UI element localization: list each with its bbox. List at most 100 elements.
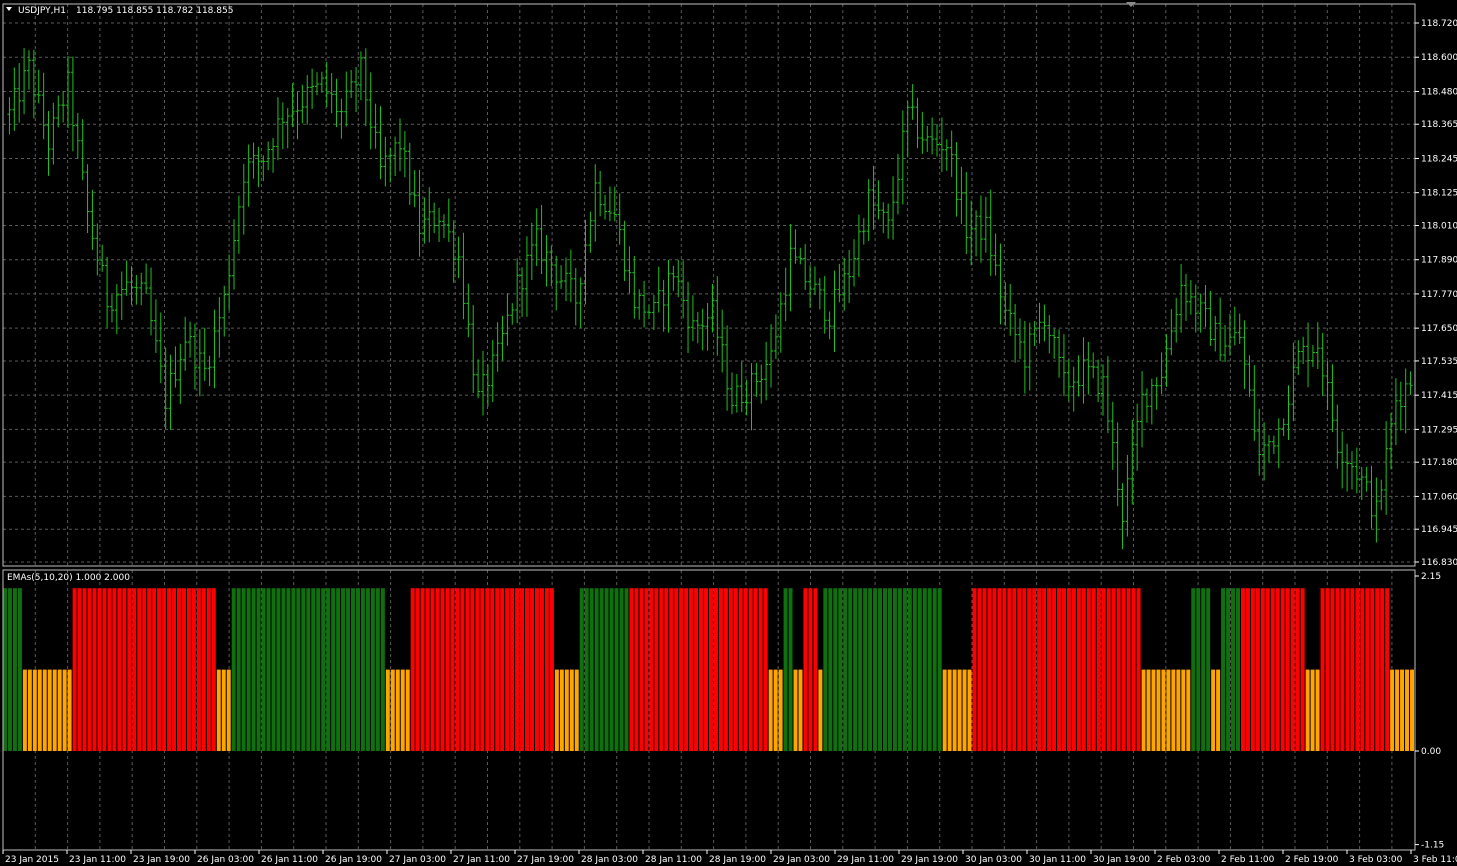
price-bar — [1154, 377, 1159, 410]
histogram-bar — [1136, 588, 1141, 751]
price-bar — [1110, 401, 1115, 470]
histogram-bar — [271, 588, 276, 751]
price-bar — [417, 170, 422, 257]
histogram-bar — [887, 588, 892, 751]
price-bar — [998, 243, 1003, 325]
price-bar — [456, 236, 461, 278]
price-bar — [227, 254, 232, 311]
price-bar — [812, 266, 817, 295]
histogram-bar — [699, 588, 704, 751]
histogram-bar — [1037, 588, 1042, 751]
price-bar — [832, 270, 837, 353]
histogram-bar — [833, 588, 838, 751]
histogram-bar — [520, 588, 525, 751]
price-axis-label: 117.415 — [1421, 391, 1457, 401]
price-bar — [1091, 352, 1096, 379]
histogram-bar — [957, 669, 962, 751]
price-bar — [339, 98, 344, 139]
price-bar — [964, 172, 969, 255]
histogram-bar — [624, 588, 629, 751]
chart-header: USDJPY,H1 118.795 118.855 118.782 118.85… — [6, 6, 233, 16]
histogram-bar — [738, 588, 743, 751]
histogram-bar — [1231, 588, 1236, 751]
histogram-bar — [614, 588, 619, 751]
histogram-bar — [733, 588, 738, 751]
histogram-bar — [713, 588, 718, 751]
histogram-bar — [276, 588, 281, 751]
histogram-bar — [788, 588, 793, 751]
histogram-bar — [1176, 669, 1181, 751]
histogram-bar — [480, 588, 485, 751]
price-bar — [554, 255, 559, 311]
ohlc-readout: 118.795 118.855 118.782 118.855 — [76, 6, 233, 16]
histogram-bar — [1240, 588, 1245, 751]
histogram-bar — [27, 669, 32, 751]
price-bar — [1159, 352, 1164, 394]
histogram-bar — [574, 669, 579, 751]
price-bar — [1174, 297, 1179, 343]
histogram-bar — [515, 588, 520, 751]
price-bar — [207, 355, 212, 387]
histogram-bar — [216, 669, 221, 751]
histogram-bar — [922, 588, 927, 751]
histogram-bar — [689, 588, 694, 751]
price-bar — [17, 62, 22, 123]
trading-chart[interactable]: 118.720 118.600 118.480 118.365 118.245 118.1… — [0, 0, 1457, 866]
price-bar — [1266, 435, 1271, 463]
price-bar — [1193, 284, 1198, 333]
price-axis-label: 117.180 — [1421, 458, 1457, 468]
price-bar — [476, 359, 481, 399]
price-bar — [1403, 368, 1408, 434]
histogram-bar — [1076, 588, 1081, 751]
price-bar — [212, 309, 217, 389]
histogram-bar — [1017, 588, 1022, 751]
price-axis-label: 118.245 — [1421, 154, 1457, 164]
histogram-bar — [1390, 669, 1395, 751]
price-bar — [1286, 385, 1291, 440]
histogram-bar — [246, 588, 251, 751]
price-bar — [275, 97, 280, 161]
histogram-bar — [22, 669, 27, 751]
histogram-bar — [67, 669, 72, 751]
price-bar — [1301, 336, 1306, 365]
histogram-bar — [1275, 588, 1280, 751]
histogram-bar — [997, 588, 1002, 751]
symbol-dropdown-icon[interactable] — [6, 7, 12, 11]
histogram-bar — [92, 588, 97, 751]
histogram-bar — [664, 588, 669, 751]
histogram-bar — [82, 588, 87, 751]
price-bar — [974, 210, 979, 257]
histogram-bar — [1171, 669, 1176, 751]
indicator-axis-label: 2.15 — [1421, 572, 1441, 582]
histogram-bar — [674, 588, 679, 751]
price-bar — [993, 233, 998, 276]
price-bar — [544, 235, 549, 287]
histogram-bar — [137, 588, 142, 751]
price-bar — [515, 258, 520, 324]
price-bar — [217, 297, 222, 358]
price-bar — [1223, 324, 1228, 363]
indicator-axis-label: -1.15 — [1421, 841, 1444, 851]
histogram-bar — [1300, 588, 1305, 751]
price-bar — [1257, 408, 1262, 476]
histogram-bar — [982, 588, 987, 751]
price-bar — [690, 295, 695, 342]
price-bar — [1379, 479, 1384, 511]
price-bar — [1037, 302, 1042, 344]
histogram-bar — [256, 588, 261, 751]
histogram-bar — [793, 669, 798, 751]
price-bar — [305, 75, 310, 125]
price-bar — [510, 303, 515, 325]
histogram-bar — [878, 588, 883, 751]
histogram-bar — [420, 588, 425, 751]
histogram-bar — [907, 588, 912, 751]
price-bar — [119, 271, 124, 320]
histogram-bar — [1375, 588, 1380, 751]
symbol-label: USDJPY,H1 — [18, 6, 66, 16]
chart-canvas[interactable]: 118.720 118.600 118.480 118.365 118.245 118.1… — [0, 0, 1457, 866]
histogram-bar — [1196, 588, 1201, 751]
histogram-bar — [102, 588, 107, 751]
histogram-bar — [356, 588, 360, 751]
price-bar — [12, 67, 17, 131]
histogram-bar — [107, 588, 112, 751]
